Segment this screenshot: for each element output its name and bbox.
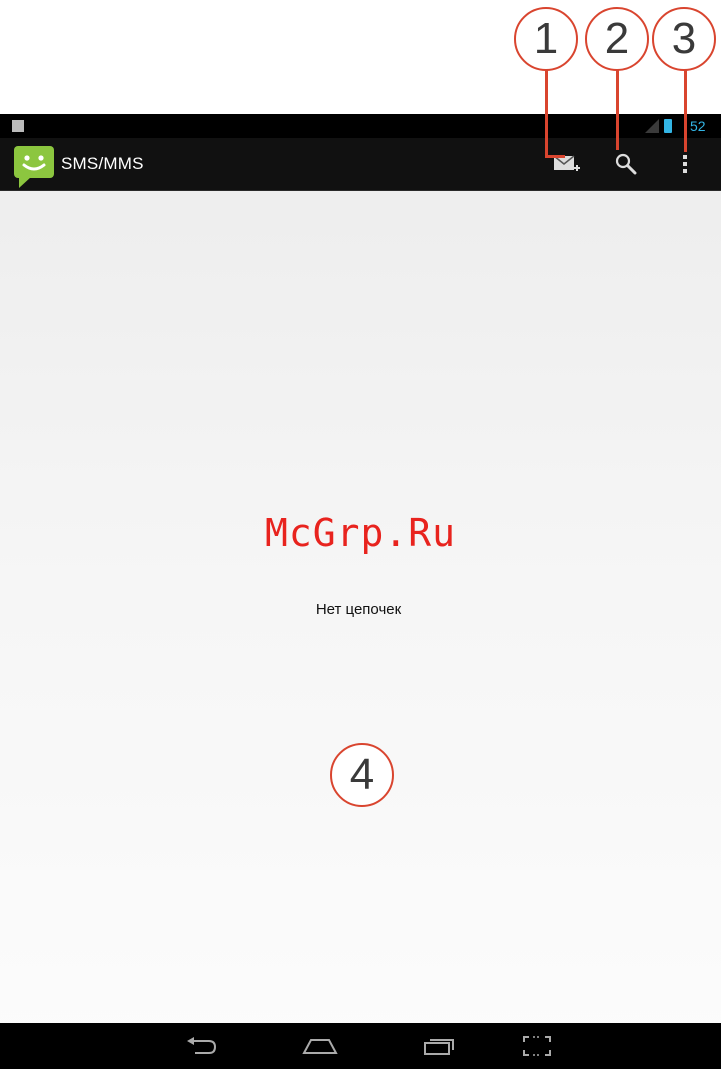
search-icon — [615, 153, 637, 175]
callout-2-leader — [616, 70, 619, 150]
home-button[interactable] — [292, 1029, 348, 1063]
empty-message: Нет цепочек — [315, 601, 402, 618]
recent-apps-button[interactable] — [412, 1029, 468, 1063]
status-bar: 52 — [0, 114, 721, 138]
watermark: McGrp.Ru — [264, 511, 457, 555]
screenshot-icon — [523, 1036, 551, 1056]
callout-2: 2 — [585, 7, 649, 71]
callout-3-leader — [684, 70, 687, 152]
back-icon — [187, 1037, 217, 1054]
callout-1-leader — [545, 70, 548, 157]
action-bar: SMS/MMS — [0, 138, 721, 191]
back-button[interactable] — [173, 1029, 229, 1063]
screenshot-button[interactable] — [509, 1029, 565, 1063]
navigation-bar — [0, 1023, 721, 1069]
battery-icon — [664, 119, 672, 133]
status-time: 52 — [690, 118, 706, 134]
search-button[interactable] — [598, 138, 654, 190]
notification-icon — [12, 120, 24, 132]
home-icon — [302, 1039, 338, 1054]
tablet-screen: 52 SMS/MMS McGrp.Ru Нет цепочек 4 — [0, 114, 721, 1069]
app-title: SMS/MMS — [61, 154, 144, 173]
callout-1-leader-foot — [545, 155, 565, 158]
recent-apps-icon — [424, 1039, 454, 1055]
callout-1: 1 — [514, 7, 578, 71]
conversation-list-empty[interactable]: McGrp.Ru Нет цепочек 4 — [0, 191, 721, 1023]
overflow-menu-icon — [683, 155, 687, 173]
signal-icon — [645, 119, 659, 133]
callout-4: 4 — [330, 743, 394, 807]
callout-3: 3 — [652, 7, 716, 71]
sms-smiley-icon[interactable] — [13, 145, 55, 189]
